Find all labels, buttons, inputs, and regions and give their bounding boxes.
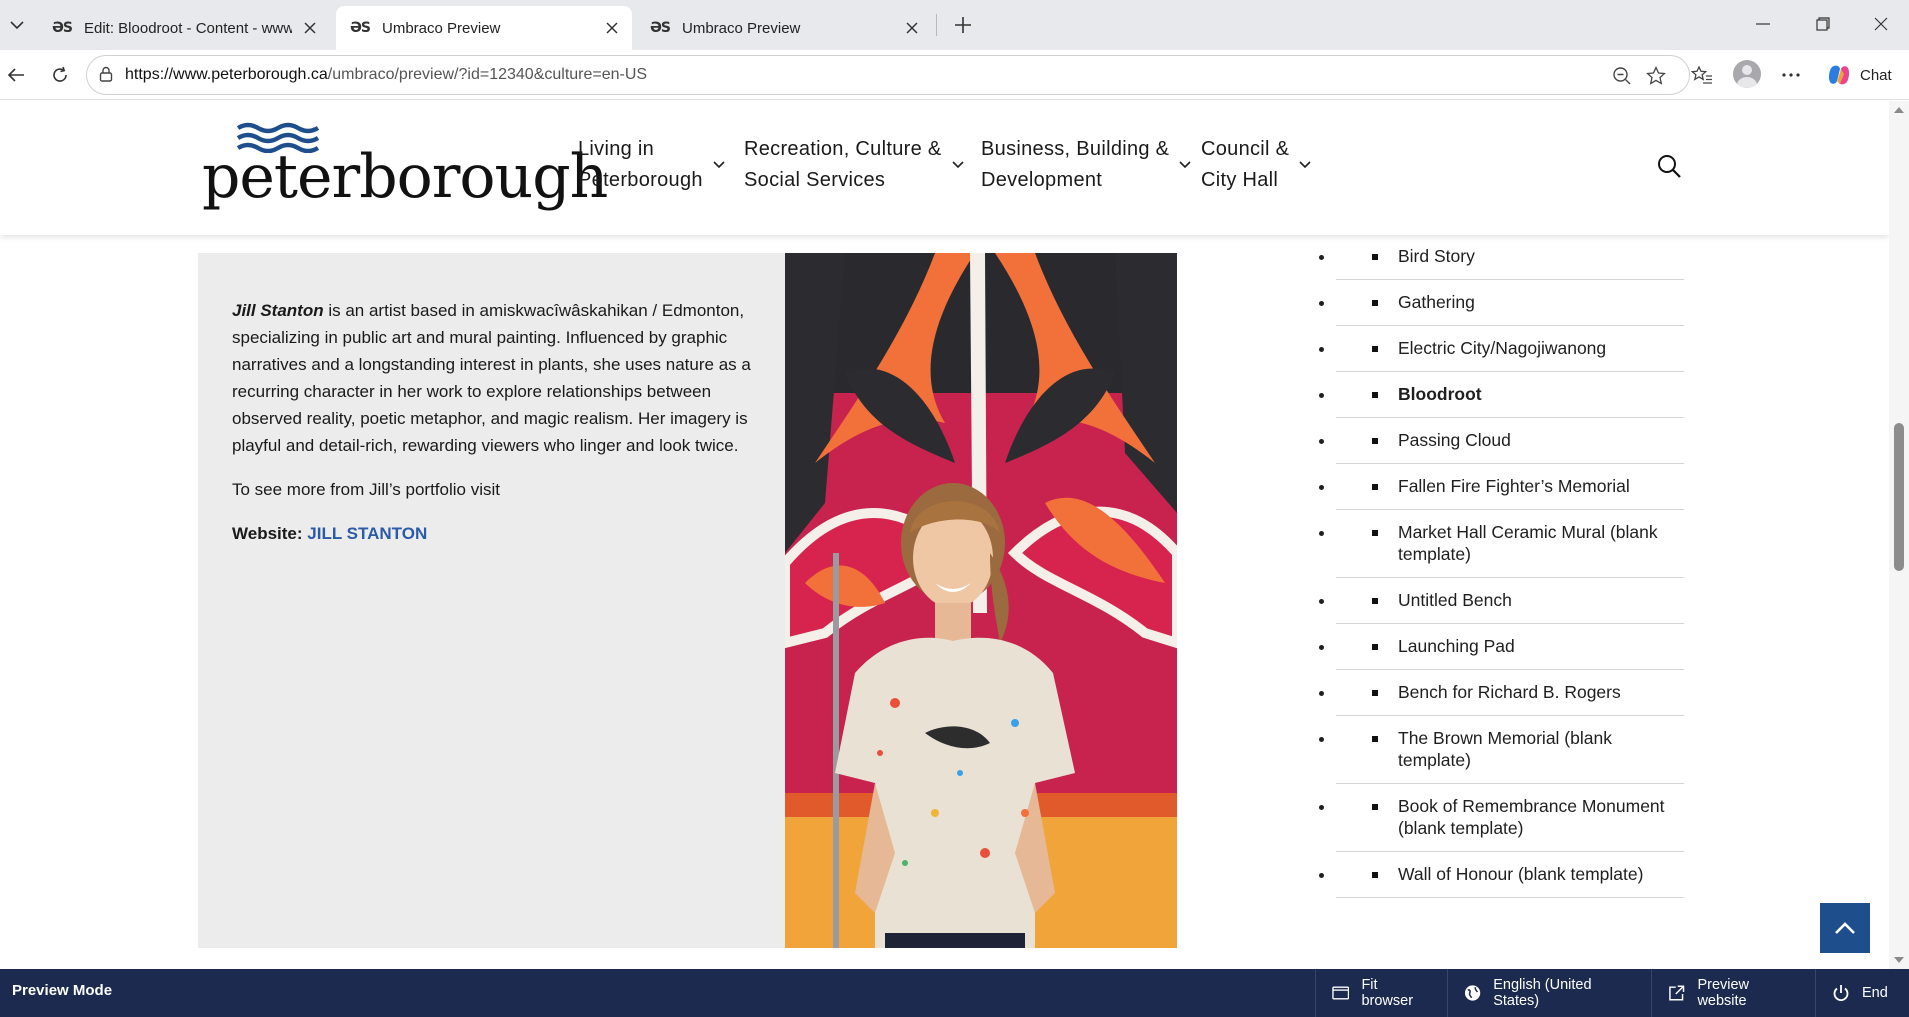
chevron-down-icon (951, 161, 964, 169)
restore-icon[interactable] (1795, 6, 1851, 42)
back-icon[interactable] (0, 59, 32, 91)
window-close-icon[interactable] (1853, 6, 1909, 42)
new-tab-icon[interactable] (948, 10, 978, 40)
artist-website-link[interactable]: JILL STANTON (307, 524, 427, 543)
chevron-down-icon (1299, 161, 1311, 169)
address-bar[interactable]: https://www.peterborough.ca/umbraco/prev… (86, 55, 1690, 95)
copilot-icon (1828, 65, 1850, 85)
fit-browser-label: Fit browser (1361, 977, 1414, 1009)
list-item[interactable]: Market Hall Ceramic Mural (blank templat… (1336, 510, 1684, 578)
nav-label: Business, Building & Development (981, 138, 1170, 191)
chat-label: Chat (1860, 66, 1892, 84)
list-item[interactable]: Bench for Richard B. Rogers (1336, 670, 1684, 716)
umbraco-preview-bar: Preview Mode Fit browser English (United… (0, 969, 1909, 1017)
page-viewport: peterborough Living in Peterborough Recr… (0, 101, 1889, 969)
favorites-icon[interactable] (1686, 59, 1718, 91)
browser-tab-preview-active[interactable]: ƏS Umbraco Preview (336, 6, 632, 50)
list-item[interactable]: Wall of Honour (blank template) (1336, 852, 1684, 898)
list-item[interactable]: Untitled Bench (1336, 578, 1684, 624)
scrollbar-thumb[interactable] (1894, 423, 1904, 571)
chevron-down-icon (713, 161, 725, 169)
nav-business-building-development[interactable]: Business, Building & Development (981, 134, 1191, 196)
url-path: /umbraco/preview/?id=12340&culture=en-US (327, 66, 648, 83)
language-label: English (United States) (1493, 977, 1592, 1009)
fit-browser-button[interactable]: Fit browser (1315, 969, 1447, 1017)
bio-paragraph: Jill Stanton is an artist based in amisk… (232, 297, 752, 459)
list-item[interactable]: The Brown Memorial (blank template) (1336, 716, 1684, 784)
scroll-down-icon[interactable] (1894, 957, 1904, 963)
external-link-icon (1669, 985, 1685, 1001)
browser-toolbar: https://www.peterborough.ca/umbraco/prev… (0, 50, 1909, 100)
reload-icon[interactable] (44, 59, 76, 91)
tab-title: Umbraco Preview (382, 19, 501, 37)
url-host: https://www.peterborough.ca (125, 66, 328, 83)
portfolio-text: To see more from Jill’s portfolio visit (232, 480, 500, 499)
power-icon (1833, 985, 1849, 1002)
nav-label: Recreation, Culture & Social Services (744, 138, 942, 191)
globe-icon (1464, 985, 1481, 1001)
artist-photo (785, 253, 1177, 948)
close-icon[interactable] (300, 18, 320, 38)
chevron-up-icon (1835, 922, 1855, 934)
minimize-icon[interactable] (1735, 6, 1791, 42)
peterborough-logo[interactable]: peterborough (202, 121, 608, 211)
artist-name: Jill Stanton (232, 301, 324, 320)
artist-photo-image (785, 253, 1177, 948)
bio-text: is an artist based in amiskwacîwâskahika… (232, 301, 751, 455)
list-item[interactable]: Fallen Fire Fighter’s Memorial (1336, 464, 1684, 510)
umbraco-favicon-icon: ƏS (350, 20, 371, 36)
more-icon[interactable] (1775, 59, 1807, 91)
nav-council-city-hall[interactable]: Council & City Hall (1201, 134, 1311, 196)
profile-icon[interactable] (1733, 60, 1761, 88)
list-item[interactable]: Book of Remembrance Monument (blank temp… (1336, 784, 1684, 852)
list-item[interactable]: Electric City/Nagojiwanong (1336, 326, 1684, 372)
lock-icon[interactable] (99, 66, 113, 87)
list-item[interactable]: Passing Cloud (1336, 418, 1684, 464)
close-icon[interactable] (902, 18, 922, 38)
browser-tab-edit[interactable]: ƏS Edit: Bloodroot - Content - www.p (38, 6, 330, 50)
language-button[interactable]: English (United States) (1447, 969, 1651, 1017)
page-scrollbar[interactable] (1889, 101, 1909, 969)
preview-website-button[interactable]: Preview website (1651, 969, 1815, 1017)
copilot-chat-button[interactable]: Chat (1818, 57, 1902, 93)
list-item[interactable]: Launching Pad (1336, 624, 1684, 670)
end-label: End (1862, 985, 1888, 1001)
nav-label: Council & City Hall (1201, 138, 1290, 191)
tab-title: Edit: Bloodroot - Content - www.p (84, 19, 292, 37)
list-item[interactable]: Gathering (1336, 280, 1684, 326)
star-icon[interactable] (1643, 63, 1669, 89)
end-preview-button[interactable]: End (1815, 969, 1909, 1017)
website-line: Website: JILL STANTON (232, 520, 752, 547)
website-label: Website: (232, 524, 303, 543)
nav-label: Living in Peterborough (578, 138, 703, 191)
scroll-up-icon[interactable] (1894, 107, 1904, 113)
artist-bio: Jill Stanton is an artist based in amisk… (232, 297, 752, 564)
list-item-current[interactable]: Bloodroot (1336, 372, 1684, 418)
preview-mode-title: Preview Mode (12, 982, 113, 999)
tab-list-icon[interactable] (0, 8, 34, 42)
chevron-down-icon (1179, 161, 1191, 169)
tab-title: Umbraco Preview (682, 19, 801, 37)
artist-section: Jill Stanton is an artist based in amisk… (198, 253, 1177, 948)
nav-living-in-peterborough[interactable]: Living in Peterborough (578, 134, 725, 196)
browser-tab-preview[interactable]: ƏS Umbraco Preview (636, 6, 932, 50)
device-icon (1332, 986, 1350, 1000)
zoom-out-icon[interactable] (1609, 63, 1635, 89)
tab-separator (936, 14, 937, 36)
search-icon[interactable] (1656, 153, 1682, 179)
close-icon[interactable] (602, 18, 622, 38)
logo-wordmark: peterborough (202, 142, 608, 212)
umbraco-favicon-icon: ƏS (650, 20, 671, 36)
nav-recreation-culture-social[interactable]: Recreation, Culture & Social Services (744, 134, 964, 196)
site-header: peterborough Living in Peterborough Recr… (0, 101, 1889, 235)
back-to-top-button[interactable] (1820, 903, 1870, 953)
preview-website-label: Preview website (1697, 977, 1750, 1009)
related-art-list: Bird StoryGatheringElectric City/Nagojiw… (1336, 239, 1684, 898)
umbraco-favicon-icon: ƏS (52, 20, 73, 36)
browser-tab-strip: ƏS Edit: Bloodroot - Content - www.p ƏS … (0, 0, 1909, 50)
list-item[interactable]: Bird Story (1336, 239, 1684, 280)
url-text[interactable]: https://www.peterborough.ca/umbraco/prev… (125, 66, 647, 84)
